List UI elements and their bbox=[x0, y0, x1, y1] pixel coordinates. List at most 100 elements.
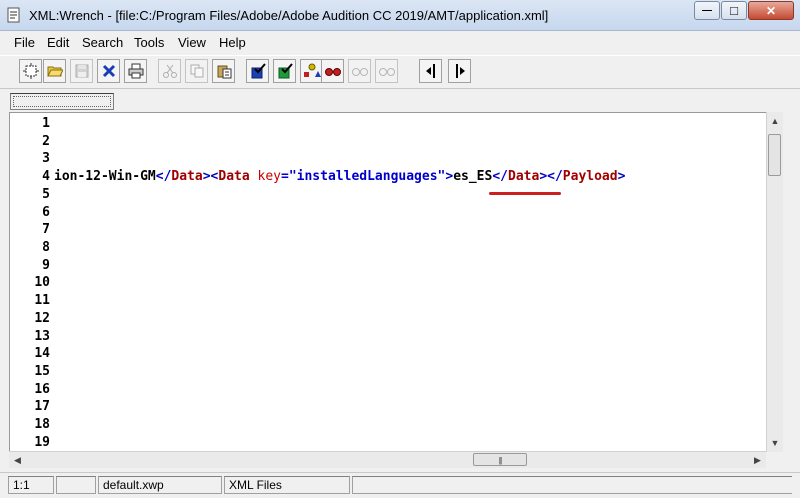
open-folder-icon bbox=[46, 66, 63, 77]
line-number: 18 bbox=[34, 417, 50, 432]
text-value-es-es: es_ES bbox=[453, 169, 493, 184]
line-number: 2 bbox=[42, 134, 50, 149]
maximize-icon: □ bbox=[730, 3, 738, 18]
toolbar bbox=[0, 55, 800, 89]
new-document-icon bbox=[22, 63, 39, 79]
menu-view[interactable]: View bbox=[178, 35, 206, 50]
menu-edit[interactable]: Edit bbox=[47, 35, 69, 50]
scroll-up-button[interactable]: ▲ bbox=[767, 112, 783, 129]
close-document-button[interactable] bbox=[97, 59, 120, 83]
line-number: 12 bbox=[34, 311, 50, 326]
line-number: 7 bbox=[42, 222, 50, 237]
indent-left-button[interactable] bbox=[419, 59, 442, 83]
line-number: 9 bbox=[42, 258, 50, 273]
line-number: 3 bbox=[42, 151, 50, 166]
indent-right-icon bbox=[455, 64, 465, 78]
line-number: 15 bbox=[34, 364, 50, 379]
tree-shapes-icon bbox=[303, 63, 321, 77]
line-number: 1 bbox=[42, 116, 50, 131]
xml-editor[interactable]: 1 2 3 4 5 6 7 8 9 10 11 12 13 14 15 16 1… bbox=[9, 112, 783, 452]
line-number: 19 bbox=[34, 435, 50, 450]
equals-sign: = bbox=[281, 169, 289, 184]
line-number: 6 bbox=[42, 205, 50, 220]
close-x-icon bbox=[102, 64, 115, 78]
validate-blue-icon bbox=[251, 63, 266, 79]
element-name: Data bbox=[508, 169, 540, 184]
save-icon bbox=[75, 64, 88, 78]
arrow-down-icon: ▼ bbox=[770, 437, 780, 448]
arrow-right-icon: ▶ bbox=[754, 454, 761, 465]
status-cursor-position: 1:1 bbox=[8, 476, 54, 494]
line-number-gutter: 1 2 3 4 5 6 7 8 9 10 11 12 13 14 15 16 1… bbox=[10, 113, 52, 451]
grip-icon: ||| bbox=[498, 456, 502, 465]
vertical-scrollbar[interactable]: ▲ ▼ bbox=[766, 112, 783, 452]
tab-strip bbox=[0, 90, 800, 112]
tree-view-button[interactable] bbox=[300, 59, 323, 83]
save-button[interactable] bbox=[70, 59, 93, 83]
cut-icon bbox=[162, 64, 177, 78]
scroll-right-button[interactable]: ▶ bbox=[749, 452, 766, 468]
scroll-left-button[interactable]: ◀ bbox=[9, 452, 26, 468]
title-bar: XML:Wrench - [file:C:/Program Files/Adob… bbox=[0, 0, 800, 31]
line-number: 17 bbox=[34, 399, 50, 414]
menu-bar: File Edit Search Tools View Help bbox=[0, 31, 800, 55]
glasses-red-icon bbox=[324, 68, 341, 76]
line-number: 4 bbox=[42, 169, 50, 184]
horizontal-scroll-thumb[interactable]: ||| bbox=[473, 453, 527, 466]
xml-wrench-app-icon[interactable] bbox=[6, 7, 22, 23]
vertical-scroll-thumb[interactable] bbox=[768, 134, 781, 176]
maximize-button[interactable]: □ bbox=[721, 1, 747, 20]
view-2-button[interactable] bbox=[348, 59, 371, 83]
cut-button[interactable] bbox=[158, 59, 181, 83]
arrow-up-icon: ▲ bbox=[770, 115, 780, 126]
view-3-button[interactable] bbox=[375, 59, 398, 83]
paste-icon bbox=[217, 65, 231, 79]
check-wellformed-button[interactable] bbox=[273, 59, 296, 83]
paste-button[interactable] bbox=[212, 59, 235, 83]
view-button[interactable] bbox=[321, 59, 344, 83]
element-name: Payload bbox=[562, 169, 618, 184]
horizontal-scrollbar[interactable]: ◀ ||| ▶ bbox=[9, 451, 766, 468]
menu-tools[interactable]: Tools bbox=[134, 35, 164, 50]
text-fragment: ion-12-Win-GM bbox=[54, 169, 156, 184]
scroll-down-button[interactable]: ▼ bbox=[767, 434, 783, 451]
close-icon: ✕ bbox=[765, 3, 777, 18]
validate-green-icon bbox=[278, 63, 293, 79]
attribute-name: key bbox=[257, 169, 281, 184]
line-number: 10 bbox=[34, 275, 50, 290]
status-file-filter: XML Files bbox=[224, 476, 350, 494]
menu-file[interactable]: File bbox=[14, 35, 35, 50]
indent-right-button[interactable] bbox=[448, 59, 471, 83]
attribute-value: "installedLanguages" bbox=[288, 169, 446, 184]
line-number: 5 bbox=[42, 187, 50, 202]
code-line-4[interactable]: ion-12-Win-GM</Data><Data key="installed… bbox=[54, 168, 625, 186]
copy-icon bbox=[190, 64, 203, 78]
line-number: 14 bbox=[34, 346, 50, 361]
minimize-button[interactable]: — bbox=[694, 1, 720, 20]
line-number: 16 bbox=[34, 382, 50, 397]
menu-search[interactable]: Search bbox=[82, 35, 123, 50]
window-title: XML:Wrench - [file:C:/Program Files/Adob… bbox=[29, 8, 549, 23]
print-icon bbox=[128, 63, 143, 79]
indent-left-icon bbox=[425, 64, 435, 78]
line-number: 13 bbox=[34, 329, 50, 344]
status-extra-pane bbox=[352, 476, 792, 494]
tab-focus-rect bbox=[13, 96, 111, 107]
tag-bracket: > bbox=[617, 169, 626, 184]
document-tab[interactable] bbox=[10, 93, 114, 110]
status-bar: 1:1 default.xwp XML Files bbox=[0, 472, 800, 498]
menu-help[interactable]: Help bbox=[219, 35, 246, 50]
line-number: 8 bbox=[42, 240, 50, 255]
copy-button[interactable] bbox=[185, 59, 208, 83]
open-button[interactable] bbox=[43, 59, 66, 83]
element-name: Data bbox=[171, 169, 203, 184]
close-window-button[interactable]: ✕ bbox=[748, 1, 794, 20]
validate-button[interactable] bbox=[246, 59, 269, 83]
minimize-icon: — bbox=[702, 5, 712, 16]
new-document-button[interactable] bbox=[19, 59, 42, 83]
red-underline-annotation bbox=[489, 192, 561, 195]
element-name: Data bbox=[218, 169, 250, 184]
print-button[interactable] bbox=[124, 59, 147, 83]
line-number: 11 bbox=[34, 293, 50, 308]
